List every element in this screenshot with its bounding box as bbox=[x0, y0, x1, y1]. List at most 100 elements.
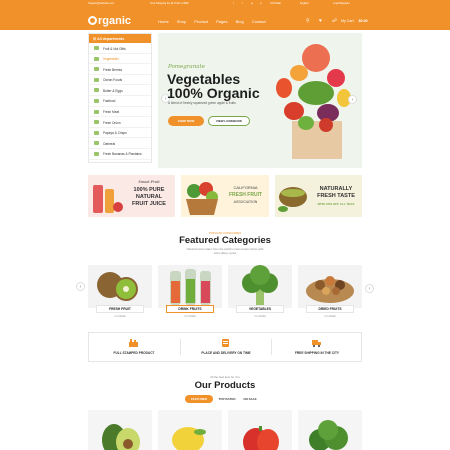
lemon-image bbox=[172, 427, 206, 450]
categories-prev-arrow[interactable]: ‹ bbox=[76, 282, 85, 291]
category-name: FRESH FRUIT bbox=[96, 305, 144, 313]
departments-sidebar: ☰ All departments Fruit & Nut Gifts Veget… bbox=[88, 33, 152, 163]
cart-icon[interactable]: ☍ bbox=[332, 18, 337, 24]
category-card-dried-fruits[interactable]: DRIED FRUITS 1 in Order bbox=[298, 265, 362, 319]
fruit-basket-image bbox=[186, 182, 218, 215]
sidebar-item-label: Fastfood bbox=[103, 99, 116, 104]
bell-pepper-image bbox=[243, 426, 279, 450]
topbar-email[interactable]: Organic@website.com bbox=[88, 2, 114, 5]
cart-summary[interactable]: My Cart $0.00 bbox=[341, 19, 368, 23]
category-count: 1 in Order bbox=[324, 315, 336, 318]
categories-description: Natural food is taken from the world's m… bbox=[186, 247, 264, 255]
social-pinterest-icon[interactable]: p bbox=[260, 2, 261, 5]
banner-fruit-juice[interactable]: Smoot Fruit 100% PURE NATURAL FRUIT JUICE bbox=[88, 175, 175, 217]
category-count: 1 in Order bbox=[114, 315, 126, 318]
currency-select[interactable]: US Dollar bbox=[270, 2, 281, 5]
category-card-vegetables[interactable]: VEGETABLES 1 in Order bbox=[228, 265, 292, 319]
sidebar-item[interactable]: Oatmeal bbox=[89, 138, 151, 149]
banner-fresh-taste[interactable]: NATURALLY FRESH TASTE WITH 25% OFF ALL TE… bbox=[275, 175, 362, 217]
avocado-image bbox=[102, 424, 140, 450]
sidebar-item[interactable]: Fruit & Nut Gifts bbox=[89, 43, 151, 54]
product-card-bell-pepper[interactable] bbox=[228, 410, 292, 450]
category-icon bbox=[94, 67, 99, 72]
category-name: VEGETABLES bbox=[236, 305, 284, 313]
feature-label: PLACE AND DELIVERY ON TIME bbox=[201, 351, 251, 355]
feature-label: FREE SHIPPING IN THE CITY bbox=[294, 351, 340, 355]
social-twitter-icon[interactable]: t bbox=[242, 2, 243, 5]
sidebar-item-label: Fresh Berries bbox=[103, 67, 123, 72]
sidebar-item-label: Fresh Bananas & Plantains bbox=[103, 152, 142, 157]
tab-top-rated[interactable]: TOP RATED bbox=[215, 395, 239, 403]
sidebar-item[interactable]: Fresh Bananas & Plantains bbox=[89, 149, 151, 160]
kiwi-image bbox=[97, 272, 138, 301]
hero-vegetables-image bbox=[276, 44, 351, 159]
products-title: Our Products bbox=[194, 380, 256, 391]
sidebar-item[interactable]: Fastfood bbox=[89, 96, 151, 107]
shop-now-button[interactable]: SHOP NOW bbox=[168, 116, 204, 126]
dried-fruits-image bbox=[306, 276, 354, 303]
social-instagram-icon[interactable]: ◎ bbox=[251, 2, 253, 5]
tea-bowl-image bbox=[278, 187, 307, 212]
category-icon bbox=[94, 88, 99, 93]
nav-shop[interactable]: Shop bbox=[177, 19, 186, 24]
drink-bottles-image bbox=[170, 269, 211, 305]
category-card-drink-fruits[interactable]: DRINK FRUITS 1 in Order bbox=[158, 265, 222, 319]
nav-product[interactable]: Product bbox=[194, 19, 208, 24]
cart-total: $0.00 bbox=[358, 19, 368, 23]
nav-pages[interactable]: Pages bbox=[216, 19, 227, 24]
topbar-shipping: Free Shipping for all Order of $99 bbox=[150, 2, 189, 5]
category-icon bbox=[94, 120, 99, 125]
site-logo[interactable]: rganic bbox=[88, 15, 131, 27]
view-lookbook-button[interactable]: VIEW LOOKBOOK bbox=[208, 116, 250, 126]
nav-blog[interactable]: Blog bbox=[236, 19, 244, 24]
sidebar-item[interactable]: Butter & Eggs bbox=[89, 85, 151, 96]
hero-slider: ‹ › Pomegranate Vegetables 100% Organic … bbox=[158, 33, 362, 168]
top-bar: Organic@website.com Free Shipping for al… bbox=[0, 0, 450, 7]
category-icon bbox=[94, 130, 99, 135]
login-link[interactable]: Login/Register bbox=[333, 2, 350, 5]
hero-next-arrow[interactable]: › bbox=[348, 95, 357, 104]
banner1-kicker: Smoot Fruit bbox=[138, 180, 160, 184]
banner3-title: NATURALLY FRESH TASTE bbox=[317, 186, 355, 199]
departments-header[interactable]: ☰ All departments bbox=[89, 34, 151, 43]
cart-label: My Cart bbox=[341, 19, 354, 23]
sidebar-item-label: Papaya & Crisps bbox=[103, 131, 127, 136]
category-icon bbox=[94, 151, 99, 156]
language-select[interactable]: English bbox=[300, 2, 309, 5]
feature-shipping: FREE SHIPPING IN THE CITY bbox=[272, 333, 362, 361]
heart-icon[interactable]: ♥ bbox=[319, 18, 322, 24]
clipboard-icon bbox=[222, 339, 229, 347]
category-card-fresh-fruit[interactable]: FRESH FRUIT 1 in Order bbox=[88, 265, 152, 319]
nav-contact[interactable]: Contact bbox=[252, 19, 266, 24]
categories-title: Featured Categories bbox=[179, 235, 271, 246]
tab-on-sale[interactable]: ON SALE bbox=[240, 395, 260, 403]
category-icon bbox=[94, 141, 99, 146]
product-card-avocado[interactable] bbox=[88, 410, 152, 450]
broccoli-image bbox=[242, 265, 278, 305]
product-card-broccoli[interactable] bbox=[298, 410, 362, 450]
category-count: 1 in Order bbox=[184, 315, 196, 318]
banner-fresh-fruit[interactable]: CALIFORNIA FRESH FRUIT ASSOCIATION bbox=[181, 175, 269, 217]
sidebar-item[interactable]: Papaya & Crisps bbox=[89, 128, 151, 139]
social-facebook-icon[interactable]: f bbox=[233, 2, 234, 5]
sidebar-item[interactable]: Fresh Meat bbox=[89, 107, 151, 118]
products-kicker: All the best item for You bbox=[210, 375, 240, 379]
sidebar-item-label: Fresh Onion bbox=[103, 120, 121, 125]
tab-featured[interactable]: FEATURED bbox=[185, 395, 213, 403]
sidebar-item[interactable]: Fresh Onion bbox=[89, 117, 151, 128]
sidebar-item[interactable]: Vegetables bbox=[89, 54, 151, 65]
sidebar-item-label: Oatmeal bbox=[103, 141, 116, 146]
product-card-lemon[interactable] bbox=[158, 410, 222, 450]
banner2-title: FRESH FRUIT bbox=[228, 192, 263, 198]
feature-stamped: FULL STAMPED PRODUCT bbox=[89, 333, 179, 361]
categories-next-arrow[interactable]: › bbox=[365, 284, 374, 293]
truck-icon bbox=[312, 340, 321, 347]
sidebar-item-label: Ocean Foods bbox=[103, 78, 123, 83]
sidebar-item[interactable]: Ocean Foods bbox=[89, 75, 151, 86]
broccoli-product-image bbox=[309, 420, 348, 450]
nav-home[interactable]: Home bbox=[158, 19, 169, 24]
search-icon[interactable]: ⚲ bbox=[306, 18, 310, 24]
feature-label: FULL STAMPED PRODUCT bbox=[113, 351, 155, 355]
main-nav: Home Shop Product Pages Blog Contact bbox=[158, 19, 273, 24]
sidebar-item[interactable]: Fresh Berries bbox=[89, 64, 151, 75]
